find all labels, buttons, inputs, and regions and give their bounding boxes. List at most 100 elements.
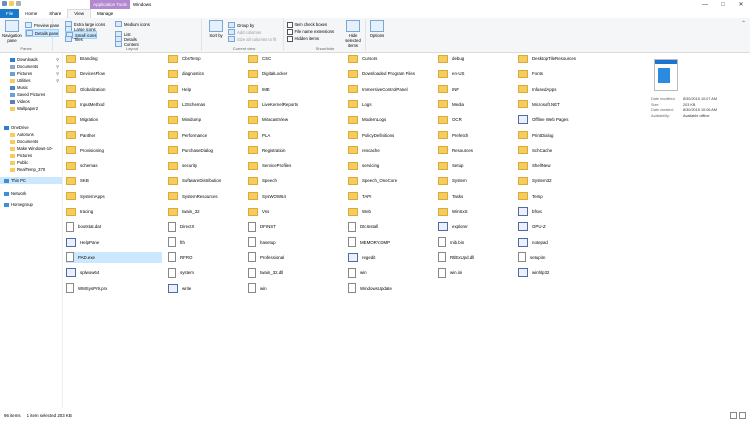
folder-item[interactable]: DigitalLocker — [248, 68, 344, 79]
file-item[interactable]: win.ini — [438, 267, 516, 278]
maximize-button[interactable]: □ — [716, 2, 730, 8]
nav-item-pictures[interactable]: Pictures — [0, 152, 62, 159]
file-item[interactable]: notepad — [518, 237, 618, 248]
hide-selected-items-button[interactable]: Hide selected items — [343, 20, 363, 48]
nav-item-make-windows-10-[interactable]: Make Windows-10- — [0, 145, 62, 152]
details-pane-button[interactable]: Details pane — [25, 29, 60, 37]
nav-item-documents[interactable]: Documents ⚲ — [0, 63, 62, 70]
tab-file[interactable]: File — [0, 9, 20, 18]
folder-item[interactable]: Web — [348, 206, 434, 217]
nav-item-homegroup[interactable]: Homegroup — [0, 201, 62, 208]
sort-by-button[interactable]: Sort by — [208, 20, 224, 38]
folder-item[interactable]: Globalization — [66, 84, 162, 95]
new-folder-icon[interactable] — [9, 1, 14, 6]
chevron-up-icon[interactable]: ⌃ — [741, 20, 746, 27]
folder-item[interactable]: Speech_OneCore — [348, 175, 434, 186]
folder-item[interactable]: LiveKernelReports — [248, 99, 344, 110]
folder-item[interactable]: Microsoft.NET — [518, 99, 618, 110]
folder-item[interactable]: Registration — [248, 145, 344, 156]
folder-item[interactable]: Help — [168, 84, 246, 95]
nav-item-pictures[interactable]: Pictures ⚲ — [0, 70, 62, 77]
folder-item[interactable]: Performance — [168, 130, 246, 141]
folder-item[interactable]: SystemResources — [168, 191, 246, 202]
undo-icon[interactable] — [16, 1, 21, 6]
folder-item[interactable]: Vss — [248, 206, 344, 217]
file-item[interactable]: DtcInstall — [348, 221, 434, 232]
file-item[interactable]: win — [248, 283, 344, 294]
group-by-button[interactable]: Group by — [228, 22, 254, 28]
folder-item[interactable]: L2Schemas — [168, 99, 246, 110]
file-item[interactable]: GPU-Z — [518, 221, 618, 232]
folder-item[interactable]: tracing — [66, 206, 162, 217]
file-item[interactable]: DirectX — [168, 221, 246, 232]
nav-item-documents[interactable]: Documents — [0, 138, 62, 145]
folder-item[interactable]: Temp — [518, 191, 618, 202]
file-item[interactable]: MEMORY.DMP — [348, 237, 434, 248]
file-item[interactable]: PAD.exe — [66, 251, 162, 263]
folder-item[interactable]: Provisioning — [66, 145, 162, 156]
file-item[interactable]: WMSysPr9.prx — [66, 283, 162, 294]
file-item[interactable]: mib.bin — [438, 237, 516, 248]
folder-item[interactable]: schemas — [66, 160, 162, 171]
file-item[interactable]: WindowsUpdate — [348, 283, 434, 294]
folder-item[interactable]: SchCache — [518, 145, 618, 156]
folder-item[interactable]: rescache — [348, 145, 434, 156]
layout-medium-icons[interactable]: Medium icons — [115, 21, 150, 27]
file-name-extensions-toggle[interactable]: File name extensions — [287, 29, 334, 35]
folder-item[interactable]: Branding — [66, 53, 162, 64]
nav-item-onedrive[interactable]: OneDrive — [0, 124, 62, 131]
folder-item[interactable]: servicing — [348, 160, 434, 171]
nav-item-videos[interactable]: Videos — [0, 98, 62, 105]
tab-share[interactable]: Share — [43, 9, 67, 18]
nav-item-wallpaper2[interactable]: Wallpaper2 — [0, 105, 62, 112]
folder-item[interactable]: InfusedApps — [518, 84, 618, 95]
nav-item-this-pc[interactable]: This PC — [0, 177, 62, 184]
file-item[interactable]: splwow64 — [66, 267, 162, 278]
folder-item[interactable]: ImmersiveControlPanel — [348, 84, 434, 95]
nav-item-autoruns[interactable]: Autoruns — [0, 131, 62, 138]
folder-item[interactable]: Fonts — [518, 68, 618, 79]
folder-item[interactable]: ShellNew — [518, 160, 618, 171]
file-item[interactable]: twain_32.dll — [248, 267, 344, 278]
file-item[interactable]: HelpPane — [66, 237, 162, 248]
file-item[interactable]: fth — [168, 237, 246, 248]
folder-item[interactable]: ModemLogs — [348, 114, 434, 125]
folder-item[interactable]: InputMethod — [66, 99, 162, 110]
hidden-items-toggle[interactable]: Hidden items — [287, 36, 319, 42]
folder-item[interactable]: IME — [248, 84, 344, 95]
nav-item-downloads[interactable]: Downloads ⚲ — [0, 56, 62, 63]
file-item[interactable]: DFINST — [248, 221, 344, 232]
folder-item[interactable]: Logs — [348, 99, 434, 110]
folder-item[interactable]: diagnostics — [168, 68, 246, 79]
layout-tiles[interactable]: Tiles — [65, 36, 83, 42]
nav-item-network[interactable]: Network — [0, 190, 62, 197]
folder-item[interactable]: MiracastView — [248, 114, 344, 125]
folder-item[interactable]: SKB — [66, 175, 162, 186]
folder-item[interactable]: OCR — [438, 114, 516, 125]
folder-item[interactable]: PurchaseDialog — [168, 145, 246, 156]
file-item[interactable]: RFRO — [168, 252, 246, 263]
folder-item[interactable]: PLA — [248, 130, 344, 141]
folder-item[interactable]: Setup — [438, 160, 516, 171]
tab-view[interactable]: View — [67, 9, 91, 18]
folder-item[interactable]: Downloaded Program Files — [348, 68, 434, 79]
navigation-pane-button[interactable]: Navigation pane — [2, 20, 22, 43]
file-item[interactable]: explorer — [438, 221, 516, 232]
nav-item-realtemp-370[interactable]: RealTemp_370 — [0, 166, 62, 173]
file-item[interactable]: winhlp32 — [518, 267, 618, 278]
file-item[interactable]: win — [348, 267, 434, 278]
folder-item[interactable]: Minidump — [168, 114, 246, 125]
folder-item[interactable]: Speech — [248, 175, 344, 186]
folder-item[interactable]: SystemApps — [66, 191, 162, 202]
details-view-icon[interactable] — [730, 412, 737, 419]
size-all-columns-button[interactable]: Size all columns to fit — [228, 36, 276, 42]
folder-item[interactable]: debug — [438, 53, 516, 64]
file-item[interactable]: RtlExUpd.dll — [438, 252, 516, 263]
file-item[interactable]: system — [168, 267, 246, 278]
file-item[interactable]: Offline Web Pages — [518, 114, 618, 125]
folder-item[interactable]: security — [168, 160, 246, 171]
folder-item[interactable]: Tasks — [438, 191, 516, 202]
folder-item[interactable]: TAPI — [348, 191, 434, 202]
folder-item[interactable]: System — [438, 175, 516, 186]
close-button[interactable]: ✕ — [734, 1, 748, 8]
